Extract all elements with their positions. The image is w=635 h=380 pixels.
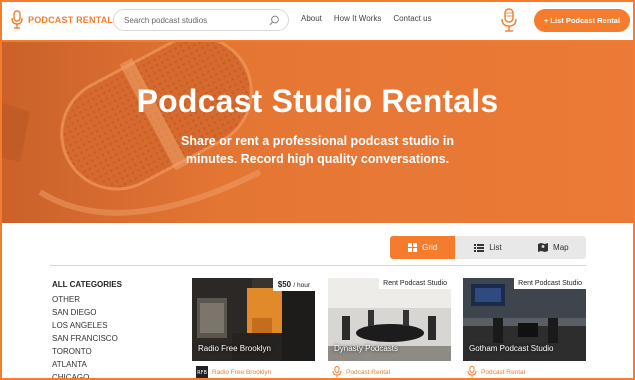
search-box[interactable] xyxy=(113,9,289,31)
view-list-button[interactable]: List xyxy=(455,236,520,259)
map-icon xyxy=(538,243,549,252)
listing-name[interactable]: Dynasty Podcasts xyxy=(334,344,398,353)
view-grid-button[interactable]: Grid xyxy=(390,236,456,259)
category-item-san-diego[interactable]: SAN DIEGO xyxy=(52,306,122,319)
view-toggle: Grid List Map xyxy=(390,236,586,259)
microphone-icon xyxy=(332,366,342,378)
listing-host[interactable]: Podcast Rental xyxy=(463,364,586,380)
list-icon xyxy=(474,243,485,252)
search-icon[interactable] xyxy=(269,15,280,26)
hero-subtitle: Share or rent a professional podcast stu… xyxy=(0,132,635,168)
category-item-san-francisco[interactable]: SAN FRANCISCO xyxy=(52,332,122,345)
grid-icon xyxy=(408,243,418,252)
listing-price: $50 / hour xyxy=(272,278,315,291)
microphone-logo-icon xyxy=(11,10,23,29)
category-item-toronto[interactable]: TORONTO xyxy=(52,345,122,358)
list-podcast-rental-button[interactable]: + List Podcast Rental xyxy=(534,9,630,32)
listing-host-name[interactable]: Podcast Rental xyxy=(346,369,390,376)
listing-photo[interactable]: $50 / hour Radio Free Brooklyn xyxy=(192,278,315,361)
view-grid-label: Grid xyxy=(422,243,438,252)
listing-host-name[interactable]: Radio Free Brooklyn xyxy=(212,369,271,376)
category-heading[interactable]: ALL CATEGORIES xyxy=(52,280,122,289)
hero-title: Podcast Studio Rentals xyxy=(136,83,499,119)
category-item-other[interactable]: OTHER xyxy=(52,293,122,306)
category-item-los-angeles[interactable]: LOS ANGELES xyxy=(52,319,122,332)
listing-host[interactable]: RFB Radio Free Brooklyn xyxy=(192,364,315,380)
nav-contact-us[interactable]: Contact us xyxy=(393,14,431,23)
listing-host-name[interactable]: Podcast Rental xyxy=(481,369,525,376)
listing-card[interactable]: Rent Podcast Studio Gotham Podcast Studi… xyxy=(463,278,586,380)
content-divider xyxy=(50,265,586,266)
svg-text:RFB: RFB xyxy=(197,370,207,376)
brand-name: PODCAST RENTAL xyxy=(28,15,114,25)
listing-name[interactable]: Gotham Podcast Studio xyxy=(469,344,554,353)
category-list: ALL CATEGORIES OTHER SAN DIEGO LOS ANGEL… xyxy=(52,280,122,380)
brand-logo[interactable]: PODCAST RENTAL xyxy=(10,9,113,31)
listing-card[interactable]: $50 / hour Radio Free Brooklyn RFB Radio… xyxy=(192,278,315,380)
view-map-label: Map xyxy=(553,243,569,252)
view-list-label: List xyxy=(489,243,502,252)
main-nav: About How It Works Contact us xyxy=(301,14,444,23)
view-map-button[interactable]: Map xyxy=(521,236,586,259)
listing-badge: Rent Podcast Studio xyxy=(514,278,586,289)
microphone-icon xyxy=(467,366,477,378)
listing-photo[interactable]: Rent Podcast Studio Gotham Podcast Studi… xyxy=(463,278,586,361)
listing-photo[interactable]: Rent Podcast Studio Dynasty Podcasts xyxy=(328,278,451,361)
listing-name[interactable]: Radio Free Brooklyn xyxy=(198,344,271,353)
nav-about[interactable]: About xyxy=(301,14,322,23)
microphone-icon[interactable] xyxy=(500,8,518,34)
listing-price-value: $50 xyxy=(277,280,292,289)
listing-price-unit: / hour xyxy=(293,282,310,289)
host-avatar-icon: RFB xyxy=(196,366,208,378)
category-item-chicago[interactable]: CHICAGO xyxy=(52,371,122,380)
listing-host[interactable]: Podcast Rental xyxy=(328,364,451,380)
hero-subtitle-line-2: minutes. Record high quality conversatio… xyxy=(185,152,450,166)
search-input[interactable] xyxy=(124,15,264,25)
category-item-atlanta[interactable]: ATLANTA xyxy=(52,358,122,371)
hero-subtitle-line-1: Share or rent a professional podcast stu… xyxy=(181,134,454,148)
site-header: PODCAST RENTAL About How It Works Contac… xyxy=(0,0,635,42)
listing-card[interactable]: Rent Podcast Studio Dynasty Podcasts Pod… xyxy=(328,278,451,380)
listing-badge: Rent Podcast Studio xyxy=(379,278,451,289)
nav-how-it-works[interactable]: How It Works xyxy=(334,14,381,23)
hero-banner: Podcast Studio Rentals Share or rent a p… xyxy=(0,42,635,223)
